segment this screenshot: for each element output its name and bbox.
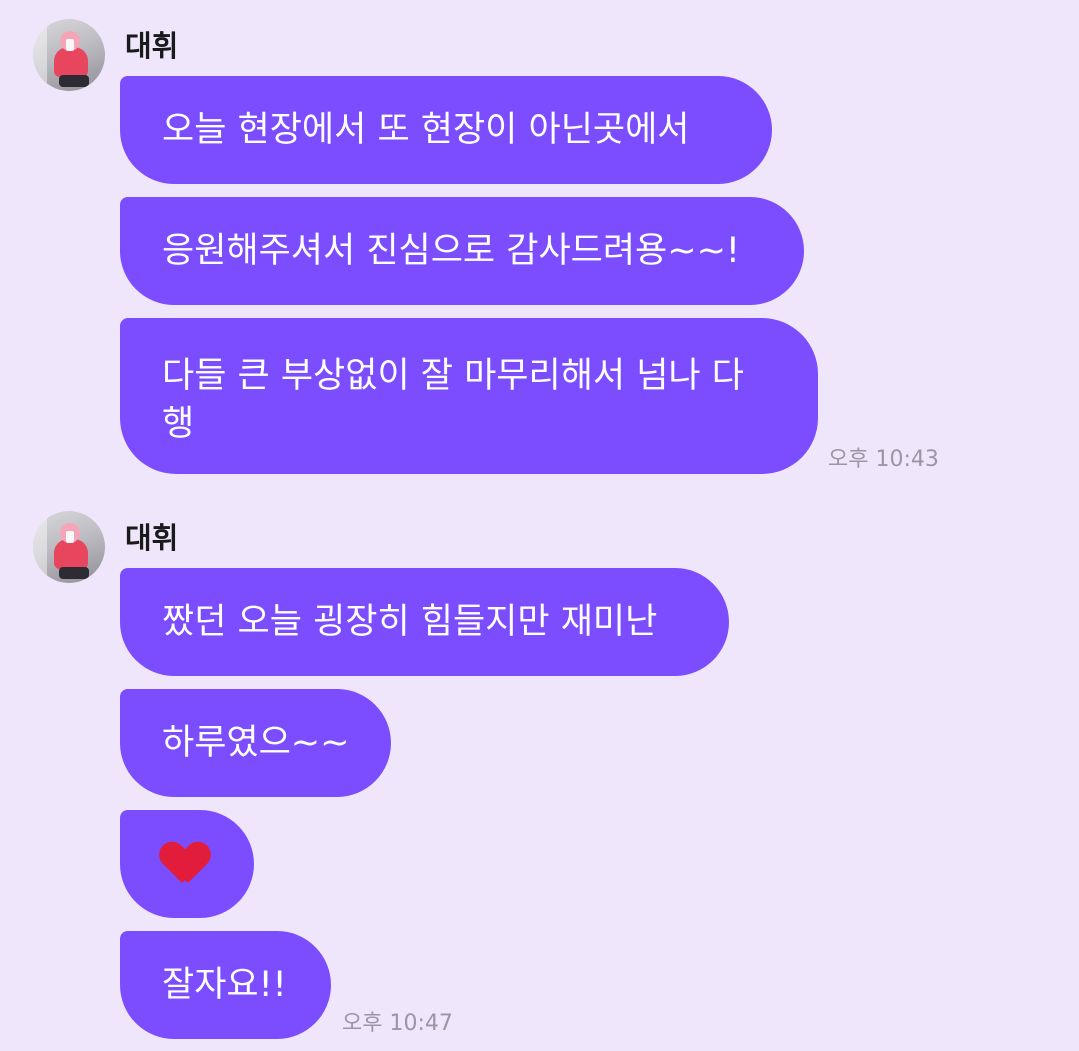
avatar[interactable] (33, 19, 105, 91)
message-text: 다들 큰 부상없이 잘 마무리해서 넘나 다행 (162, 356, 744, 444)
heart-icon (162, 843, 208, 885)
avatar[interactable] (33, 511, 105, 583)
message-bubble[interactable]: 잘자요!! (120, 931, 331, 1039)
message-bubble[interactable]: 짰던 오늘 굉장히 힘들지만 재미난 (120, 568, 729, 676)
message-bubble[interactable] (120, 810, 254, 918)
avatar-photo-body (54, 539, 88, 569)
message-text: 오늘 현장에서 또 현장이 아닌곳에서 (162, 110, 690, 150)
avatar-photo-phone (66, 39, 74, 51)
message-bubble[interactable]: 오늘 현장에서 또 현장이 아닌곳에서 (120, 76, 772, 184)
message-text: 짰던 오늘 굉장히 힘들지만 재미난 (162, 602, 658, 642)
message-time: 오후 10:47 (342, 1011, 453, 1036)
avatar-photo-wall (33, 19, 47, 91)
avatar-photo-phone (66, 531, 74, 543)
sender-name: 대휘 (125, 29, 179, 63)
message-bubble[interactable]: 응원해주셔서 진심으로 감사드려용~~! (120, 197, 804, 305)
message-text: 응원해주셔서 진심으로 감사드려용~~! (162, 231, 740, 271)
avatar-photo-wall (33, 511, 47, 583)
avatar-photo-legs (59, 567, 89, 579)
message-bubble[interactable]: 하루였으~~ (120, 689, 391, 797)
message-bubble[interactable]: 다들 큰 부상없이 잘 마무리해서 넘나 다행 (120, 318, 818, 474)
avatar-photo-body (54, 47, 88, 77)
message-text: 하루였으~~ (162, 723, 350, 763)
message-text: 잘자요!! (162, 965, 287, 1005)
avatar-photo-legs (59, 75, 89, 87)
sender-name: 대휘 (125, 521, 179, 555)
message-time: 오후 10:43 (828, 447, 939, 472)
